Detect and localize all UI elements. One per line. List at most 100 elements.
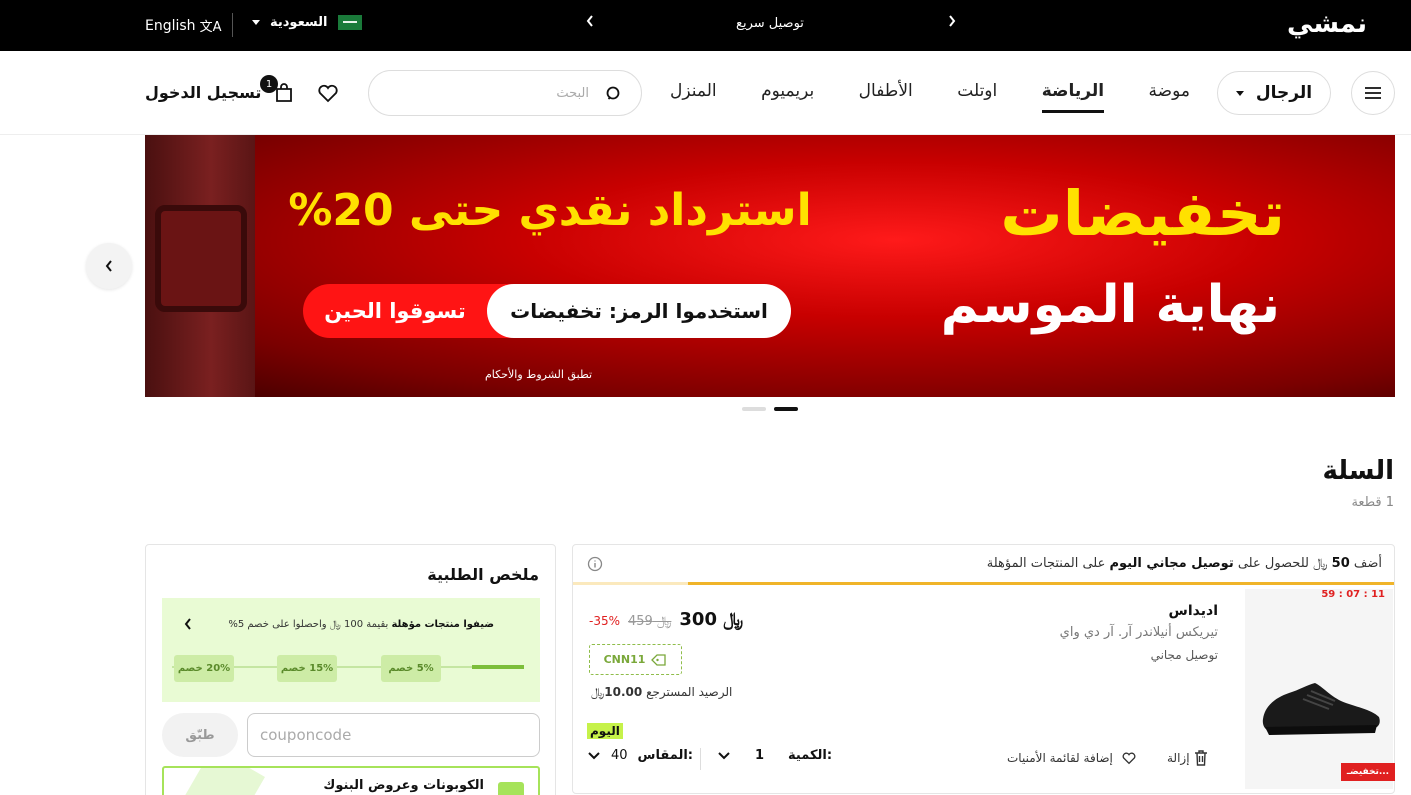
- free-shipping-bar: أضف 50 ﷼ للحصول على توصيل مجاني اليوم عل…: [573, 545, 1394, 583]
- banner-title: تخفيضات: [1000, 177, 1285, 250]
- shipping-progress-fill: [687, 582, 1394, 585]
- tier-expand-button[interactable]: [182, 616, 198, 636]
- heart-icon: [1122, 752, 1136, 765]
- menu-button[interactable]: [1351, 71, 1395, 115]
- quantity-selector[interactable]: 1 الكمية:: [717, 748, 832, 763]
- country-label: السعودية: [270, 15, 328, 30]
- shipping-suffix: على المنتجات المؤهلة: [986, 556, 1106, 571]
- size-label: المقاس:: [637, 748, 693, 763]
- banner-headline: استرداد نقدي حتى 20%: [288, 185, 812, 236]
- chevron-down-icon: [718, 751, 730, 759]
- search-box[interactable]: [368, 70, 642, 116]
- heart-icon: [318, 84, 338, 103]
- shipping-progress-track: [573, 582, 1394, 585]
- hamburger-icon: [1365, 87, 1381, 99]
- coupon-input[interactable]: [247, 713, 540, 757]
- wishlist-label: إضافة لقائمة الأمنيات: [1007, 751, 1113, 765]
- tier-message-bold: ضيفوا منتجات مؤهلة: [391, 619, 494, 630]
- add-to-wishlist-button[interactable]: إضافة لقائمة الأمنيات: [1007, 750, 1137, 766]
- banner-code: استخدموا الرمز: تخفيضات: [487, 284, 791, 338]
- wishlist-button[interactable]: [316, 81, 340, 105]
- discount-percent: -35%: [589, 614, 621, 628]
- tab-outlet[interactable]: اوتلت: [957, 81, 997, 113]
- divider: [700, 748, 701, 770]
- shipping-highlight: توصيل مجاني اليوم: [1109, 556, 1234, 571]
- caret-down-icon: [252, 20, 260, 25]
- cart-title: السلة: [1322, 456, 1394, 486]
- brand-logo[interactable]: نمشي: [1287, 9, 1368, 39]
- chevron-right-icon: [949, 15, 956, 27]
- promo-text: توصيل سريع: [736, 16, 804, 31]
- decor-shape: [183, 768, 265, 795]
- size-value: 40: [611, 748, 628, 763]
- banner-pagination: [742, 407, 798, 411]
- old-price-value: 459: [628, 614, 653, 629]
- item-controls: 40 المقاس: 1 الكمية: إضافة لقائمة الأمني…: [587, 748, 1219, 772]
- tab-home[interactable]: المنزل: [670, 81, 717, 113]
- language-switch[interactable]: English 文A: [145, 16, 222, 36]
- promo-next-button[interactable]: [944, 14, 960, 34]
- banner-dot[interactable]: [742, 407, 766, 411]
- product-image[interactable]: 59 : 07 : 11 تخفيضـ...: [1245, 589, 1395, 789]
- free-shipping-text: أضف 50 ﷼ للحصول على توصيل مجاني اليوم عل…: [987, 556, 1382, 571]
- country-selector[interactable]: السعودية: [252, 15, 362, 30]
- cashback-label: الرصيد المسترجع: [646, 685, 733, 699]
- banner-cta[interactable]: تسوقوا الحين: [303, 284, 487, 338]
- bank-offers-title: الكوبونات وعروض البنوك: [323, 778, 484, 793]
- cashback-info: الرصيد المسترجع 10.00﷼: [591, 685, 732, 700]
- banner-prev-button[interactable]: [86, 243, 132, 289]
- coupon-chip[interactable]: CNN11: [589, 644, 682, 675]
- coupon-code: CNN11: [603, 653, 646, 666]
- tier-message: ضيفوا منتجات مؤهلة بقيمة 100 ﷼ واحصلوا ع…: [228, 619, 494, 630]
- divider: [232, 13, 233, 37]
- category-tabs: موضة الرياضة اوتلت الأطفال بريميوم المنز…: [670, 81, 1190, 113]
- old-price-currency: ﷼: [656, 614, 672, 629]
- tab-sports[interactable]: الرياضة: [1041, 81, 1105, 113]
- summary-title: ملخص الطلبية: [427, 565, 539, 584]
- quantity-label: الكمية:: [788, 748, 833, 763]
- bag-button[interactable]: 1: [260, 75, 296, 105]
- shipping-prefix: أضف: [1353, 556, 1382, 571]
- tier-message-rest: بقيمة 100 ﷼ واحصلوا على خصم 5%: [228, 619, 389, 630]
- delivery-today-badge: اليوم: [587, 723, 623, 739]
- info-icon[interactable]: [587, 556, 603, 572]
- banner-dot-active[interactable]: [774, 407, 798, 411]
- gender-dropdown[interactable]: الرجال: [1217, 71, 1331, 115]
- shipping-currency: ﷼: [1313, 556, 1328, 571]
- remove-item-button[interactable]: إزالة: [1167, 750, 1208, 766]
- tag-icon: [651, 653, 667, 666]
- gender-label: الرجال: [1255, 83, 1313, 103]
- chevron-down-icon: [588, 751, 600, 759]
- tier-chip-20: 20% خصم: [174, 655, 234, 682]
- tag-icon: [498, 782, 524, 795]
- hero-banner[interactable]: استرداد نقدي حتى 20% تسوقوا الحين استخدم…: [145, 135, 1395, 397]
- price-row: -35% 459 ﷼ 300 ﷼: [589, 609, 743, 630]
- tab-premium[interactable]: بريميوم: [761, 81, 814, 113]
- tv-illustration: [145, 135, 255, 397]
- trash-icon: [1194, 750, 1207, 766]
- caret-down-icon: [1235, 90, 1244, 96]
- top-bar: English 文A السعودية توصيل سريع نمشي: [0, 0, 1411, 51]
- login-link[interactable]: تسجيل الدخول: [145, 83, 261, 102]
- translate-icon: 文A: [199, 20, 222, 35]
- bag-count-badge: 1: [260, 75, 278, 93]
- saudi-flag-icon: [337, 15, 362, 30]
- search-input[interactable]: [389, 83, 589, 103]
- sale-timer: 59 : 07 : 11: [1321, 589, 1385, 600]
- promo-carousel: توصيل سريع: [580, 0, 960, 51]
- bank-offers-box[interactable]: الكوبونات وعروض البنوك: [162, 766, 540, 795]
- shipping-amount: 50: [1331, 556, 1350, 571]
- shoe-image: [1262, 683, 1380, 735]
- discount-tier-box[interactable]: ضيفوا منتجات مؤهلة بقيمة 100 ﷼ واحصلوا ع…: [162, 598, 540, 702]
- apply-coupon-button[interactable]: طبّق: [162, 713, 238, 757]
- tier-chip-15: 15% خصم: [277, 655, 337, 682]
- product-brand[interactable]: اديداس: [1169, 603, 1218, 619]
- size-selector[interactable]: 40 المقاس:: [587, 748, 693, 763]
- current-price: 300 ﷼: [679, 609, 743, 630]
- banner-terms: تطبق الشروط والأحكام: [485, 368, 593, 381]
- current-price-currency: ﷼: [723, 609, 744, 630]
- tab-kids[interactable]: الأطفال: [859, 81, 913, 113]
- product-name[interactable]: تيريكس أنيلاندر آر. آر دي واي: [1060, 625, 1218, 640]
- tab-fashion[interactable]: موضة: [1149, 81, 1190, 113]
- tier-chip-5: 5% خصم: [381, 655, 441, 682]
